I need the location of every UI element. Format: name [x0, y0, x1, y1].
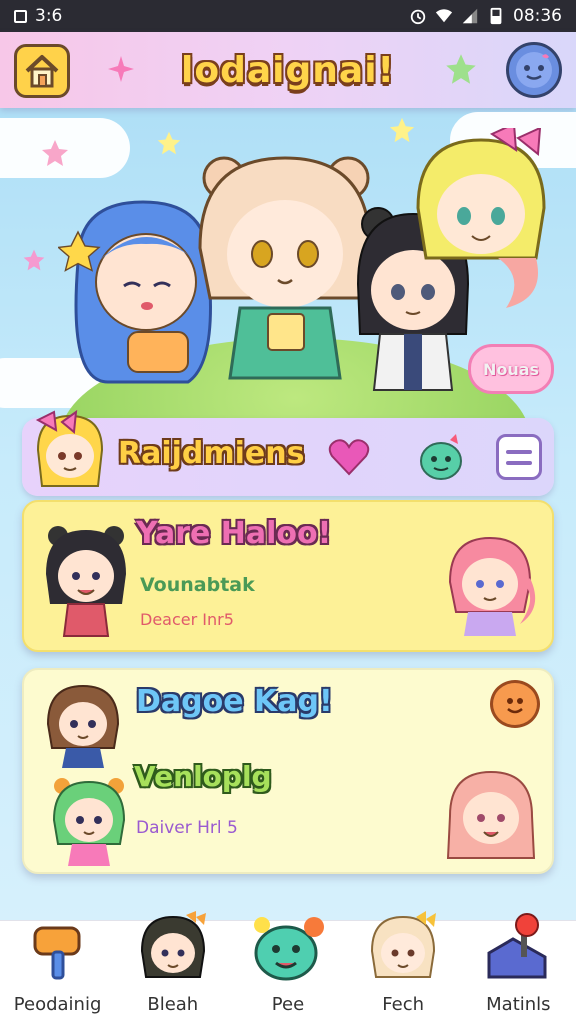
content-card[interactable]: Dagoe Kag! Venloplg Daiver Hrl 5 — [22, 668, 554, 874]
news-bubble-label: Nouas — [482, 359, 540, 379]
nav-item-peodainig[interactable]: Peodainig — [3, 921, 113, 1024]
character-avatar — [35, 409, 104, 487]
home-icon — [25, 55, 59, 88]
card-subtitle: Venloplg — [134, 760, 272, 793]
reaction-button[interactable] — [490, 680, 540, 728]
card-meta: Deacer Inr5 — [140, 610, 234, 629]
monster-icon[interactable] — [416, 432, 466, 482]
character-icon — [140, 911, 206, 978]
hammer-icon — [33, 926, 81, 980]
character-avatar — [52, 778, 126, 866]
profile-button[interactable] — [506, 42, 562, 98]
news-bubble-button[interactable]: Nouas — [468, 344, 554, 394]
nav-label: Matinls — [486, 994, 551, 1015]
nav-label: Fech — [382, 994, 425, 1015]
content-card[interactable]: Yare Haloo! Vounabtak Deacer Inr5 — [22, 500, 554, 652]
menu-button[interactable] — [496, 434, 542, 480]
star-icon — [157, 131, 181, 155]
nav-item-pee[interactable]: Pee — [233, 917, 343, 1024]
status-time-left: 3:6 — [35, 6, 63, 26]
home-button[interactable] — [14, 44, 70, 98]
character-illustration — [416, 128, 546, 308]
bottom-nav: Peodainig Bleah Pee Fech Matinls — [0, 911, 576, 1024]
nav-label: Pee — [271, 994, 305, 1015]
character-avatar — [46, 526, 126, 637]
nav-item-bleah[interactable]: Bleah — [118, 911, 228, 1024]
nav-item-matinls[interactable]: Matinls — [463, 913, 573, 1024]
card-subtitle: Vounabtak — [140, 574, 255, 596]
featured-bar: Raijdmiens — [22, 409, 554, 496]
status-time-right: 08:36 — [513, 6, 562, 26]
nav-item-fech[interactable]: Fech — [348, 911, 458, 1024]
menu-icon-bar — [506, 460, 532, 465]
wifi-icon — [435, 9, 453, 23]
status-bar: 3:6 08:36 — [0, 0, 576, 32]
reaction-face-icon — [507, 698, 523, 714]
app-title: lodaignai! — [181, 49, 395, 91]
profile-avatar-icon — [516, 52, 552, 88]
character-avatar — [448, 536, 536, 636]
battery-icon — [490, 7, 502, 25]
heart-icon[interactable] — [328, 438, 370, 476]
signal-icon — [462, 8, 478, 24]
nav-label: Bleah — [147, 994, 199, 1015]
card-meta: Daiver Hrl 5 — [136, 818, 238, 838]
notification-icon — [14, 9, 27, 23]
featured-title: Raijdmiens — [118, 436, 305, 471]
sparkle-icon — [108, 56, 134, 82]
character-icon — [371, 911, 437, 978]
hero-banner: Nouas — [0, 108, 576, 420]
star-icon — [23, 249, 45, 271]
star-icon — [42, 140, 68, 166]
character-avatar — [46, 684, 120, 768]
monster-icon — [253, 917, 324, 981]
app-header: lodaignai! — [0, 32, 576, 108]
nav-label: Peodainig — [13, 994, 102, 1015]
joystick-icon — [487, 913, 547, 979]
alarm-icon — [410, 9, 426, 25]
character-avatar — [446, 770, 536, 859]
menu-icon-bar — [506, 449, 532, 454]
star-icon — [446, 54, 476, 84]
card-title: Dagoe Kag! — [136, 684, 333, 719]
card-title: Yare Haloo! — [136, 516, 332, 551]
